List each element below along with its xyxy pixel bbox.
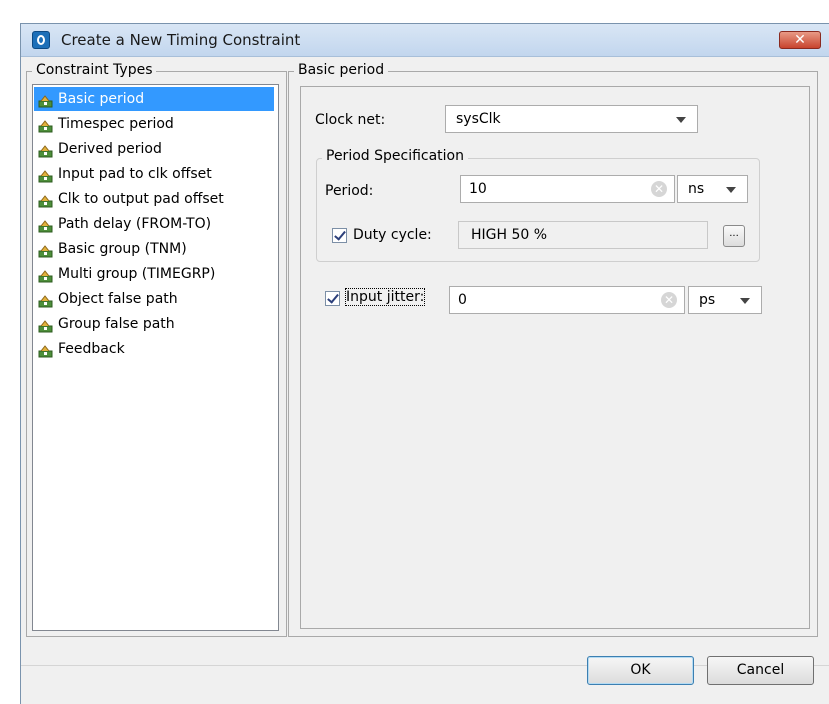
list-item[interactable]: Basic group (TNM) [34, 237, 274, 261]
clear-icon[interactable]: ✕ [651, 181, 667, 197]
list-item-label: Path delay (FROM-TO) [58, 216, 212, 232]
list-item[interactable]: Path delay (FROM-TO) [34, 212, 274, 236]
period-unit-value: ns [688, 181, 705, 197]
clock-net-value: sysClk [456, 111, 501, 127]
duty-cycle-edit-button[interactable]: ... [723, 225, 745, 247]
list-item[interactable]: Object false path [34, 287, 274, 311]
list-item-label: Multi group (TIMEGRP) [58, 266, 216, 282]
list-item[interactable]: Group false path [34, 312, 274, 336]
list-item[interactable]: Clk to output pad offset [34, 187, 274, 211]
duty-cycle-value: HIGH 50 % [471, 227, 548, 243]
period-label: Period: [325, 183, 374, 199]
constraint-icon [38, 292, 54, 308]
constraint-icon [38, 317, 54, 333]
duty-cycle-value-field: HIGH 50 % [458, 221, 708, 249]
cancel-button[interactable]: Cancel [707, 656, 814, 685]
period-specification-legend: Period Specification [322, 148, 468, 164]
constraint-types-list[interactable]: Basic period Timespec period Derived per… [32, 84, 279, 631]
constraint-icon [38, 117, 54, 133]
list-item[interactable]: Multi group (TIMEGRP) [34, 262, 274, 286]
list-item[interactable]: Input pad to clk offset [34, 162, 274, 186]
period-value: 10 [469, 181, 487, 197]
clock-net-label: Clock net: [315, 112, 386, 128]
period-unit-dropdown[interactable]: ns [677, 175, 748, 203]
input-jitter-value: 0 [458, 292, 467, 308]
period-input[interactable]: 10 ✕ [460, 175, 675, 203]
list-item-label: Basic group (TNM) [58, 241, 187, 257]
check-icon [334, 228, 346, 241]
list-item-label: Clk to output pad offset [58, 191, 224, 207]
list-item-label: Object false path [58, 291, 178, 307]
basic-period-legend: Basic period [294, 62, 389, 78]
list-item[interactable]: Timespec period [34, 112, 274, 136]
list-item-label: Timespec period [58, 116, 174, 132]
input-jitter-unit-dropdown[interactable]: ps [688, 286, 762, 314]
duty-cycle-checkbox[interactable] [332, 228, 347, 243]
duty-cycle-label: Duty cycle: [353, 227, 432, 243]
clock-net-dropdown[interactable]: sysClk [445, 105, 698, 133]
list-item-label: Basic period [58, 91, 145, 107]
list-item-label: Derived period [58, 141, 162, 157]
app-icon [32, 31, 50, 49]
check-icon [327, 291, 339, 304]
constraint-icon [38, 167, 54, 183]
ok-button[interactable]: OK [587, 656, 694, 685]
constraint-icon [38, 192, 54, 208]
input-jitter-checkbox[interactable] [325, 291, 340, 306]
chevron-down-icon [740, 298, 750, 304]
constraint-types-legend: Constraint Types [32, 62, 157, 78]
constraint-icon [38, 267, 54, 283]
list-item[interactable]: Derived period [34, 137, 274, 161]
constraint-icon [38, 92, 54, 108]
list-item-label: Feedback [58, 341, 125, 357]
list-item[interactable]: Basic period [34, 87, 274, 111]
constraint-icon [38, 142, 54, 158]
chevron-down-icon [726, 187, 736, 193]
input-jitter-unit-value: ps [699, 292, 716, 308]
list-item-label: Group false path [58, 316, 175, 332]
close-button[interactable]: ✕ [779, 31, 821, 49]
title-bar[interactable]: Create a New Timing Constraint ✕ [21, 24, 829, 57]
constraint-icon [38, 242, 54, 258]
constraint-icon [38, 342, 54, 358]
window-title: Create a New Timing Constraint [61, 31, 301, 49]
list-item-label: Input pad to clk offset [58, 166, 212, 182]
list-item[interactable]: Feedback [34, 337, 274, 361]
constraint-icon [38, 217, 54, 233]
chevron-down-icon [676, 117, 686, 123]
input-jitter-input[interactable]: 0 ✕ [449, 286, 685, 314]
input-jitter-label: Input jitter: [344, 288, 426, 306]
clear-icon[interactable]: ✕ [661, 292, 677, 308]
